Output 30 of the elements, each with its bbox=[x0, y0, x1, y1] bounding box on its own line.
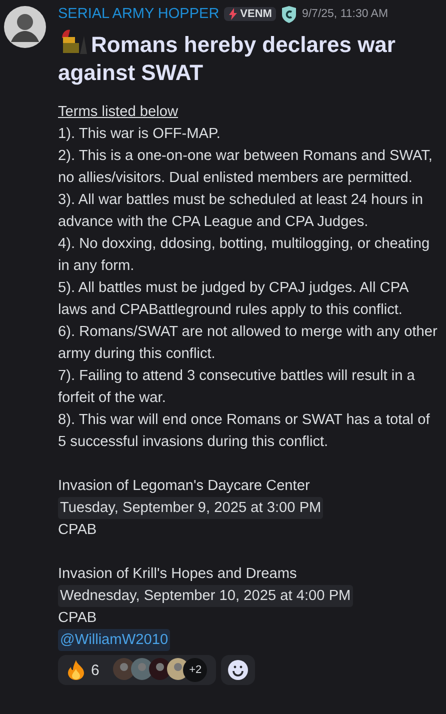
term-text: 4). No doxxing, ddosing, botting, multilogging, or cheating in any form. bbox=[58, 235, 431, 276]
user-mention[interactable]: @WilliamW2010 bbox=[58, 629, 170, 651]
term-text: 8). This war will end once Romans or SWAT has a total of 5 successful invasions during this conflict. bbox=[58, 411, 431, 452]
term-text: 6). Romans/SWAT are not allowed to merge with any other army during this conflict. bbox=[58, 323, 438, 364]
reaction-count: 6 bbox=[91, 662, 100, 678]
author-name[interactable]: SERIAL ARMY HOPPER bbox=[58, 6, 220, 22]
event-place: CPAB bbox=[58, 609, 98, 628]
term-text: 2). This is a one-on-one war between Romans and SWAT, no allies/visitors. Dual enlisted members are permitted. bbox=[58, 147, 434, 188]
event-name: Invasion of Krill's Hopes and Dreams bbox=[58, 565, 298, 584]
event-date[interactable]: Tuesday, September 9, 2025 at 3:00 PM bbox=[58, 497, 324, 519]
message-title: Romans hereby declares war against SWAT bbox=[58, 28, 438, 87]
server-tag[interactable]: VENM bbox=[224, 7, 276, 21]
term-text: 5). All battles must be judged by CPAJ judges. All CPA laws and CPABattleground rules apply to this conflict. bbox=[58, 279, 410, 320]
reaction-button[interactable]: 6 +2 bbox=[58, 655, 216, 685]
event-place: CPAB bbox=[58, 521, 98, 540]
avatar[interactable] bbox=[2, 4, 48, 50]
event-date[interactable]: Wednesday, September 10, 2025 at 4:00 PM bbox=[58, 585, 353, 607]
term-text: 1). This war is OFF-MAP. bbox=[58, 125, 222, 144]
term-text: 3). All war battles must be scheduled at least 24 hours in advance with the CPA League and CPA Judges. bbox=[58, 191, 424, 232]
term-text: 7). Failing to attend 3 consecutive battles will result in a forfeit of the war. bbox=[58, 367, 416, 408]
add-reaction-button[interactable] bbox=[221, 655, 256, 685]
lightning-icon bbox=[228, 8, 238, 20]
terms-heading: Terms listed below bbox=[58, 103, 180, 122]
timestamp: 9/7/25, 11:30 AM bbox=[302, 8, 388, 20]
tag-label: VENM bbox=[240, 8, 272, 20]
flame-icon bbox=[67, 660, 85, 680]
smiley-icon bbox=[227, 659, 250, 681]
event-name: Invasion of Legoman's Daycare Center bbox=[58, 477, 311, 496]
shield-icon[interactable] bbox=[280, 6, 297, 22]
more-reactors: +2 bbox=[183, 658, 208, 682]
